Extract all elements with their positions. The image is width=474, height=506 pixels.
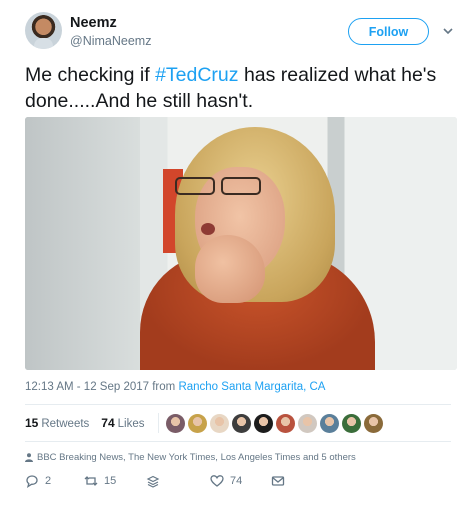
retweets-stat[interactable]: 15 Retweets: [25, 416, 89, 430]
like-count: 74: [230, 475, 243, 487]
liker-avatar[interactable]: [209, 413, 229, 433]
likes-count: 74: [101, 416, 115, 430]
context-text[interactable]: BBC Breaking News, The New York Times, L…: [37, 452, 356, 463]
tweet-media[interactable]: [25, 117, 457, 370]
likes-stat[interactable]: 74 Likes: [101, 416, 144, 430]
liker-avatar[interactable]: [187, 413, 207, 433]
person-icon: [25, 453, 33, 462]
liker-avatar[interactable]: [297, 413, 317, 433]
likes-label: Likes: [117, 418, 145, 430]
liker-avatar[interactable]: [275, 413, 295, 433]
tweet-meta: 12:13 AM - 12 Sep 2017 from Rancho Santa…: [25, 381, 325, 393]
user-name[interactable]: Neemz: [70, 15, 117, 31]
liker-avatar[interactable]: [341, 413, 361, 433]
retweet-icon: [84, 476, 98, 486]
stats-separator: [157, 413, 159, 433]
tweet-text: Me checking if #TedCruz has realized wha…: [25, 62, 450, 114]
tweet-time[interactable]: 12:13 AM - 12 Sep 2017: [25, 381, 149, 393]
reply-count: 2: [45, 475, 52, 487]
media-glasses: [175, 177, 271, 197]
stats-row: 15 Retweets 74 Likes: [25, 411, 451, 435]
stack-action[interactable]: [146, 474, 160, 488]
retweet-action[interactable]: 15: [84, 474, 116, 488]
from-label: from: [149, 381, 179, 393]
liker-avatar[interactable]: [363, 413, 383, 433]
tweet-text-before: Me checking if: [25, 64, 156, 86]
envelope-icon: [271, 476, 285, 486]
retweet-context: BBC Breaking News, The New York Times, L…: [25, 452, 356, 463]
tweet-header: Neemz @NimaNeemz Follow: [25, 12, 455, 52]
liker-avatars: [165, 413, 383, 433]
follow-button[interactable]: Follow: [348, 18, 429, 45]
message-action[interactable]: [271, 474, 285, 488]
action-bar: 2 15 74: [25, 472, 325, 492]
reply-icon: [26, 475, 38, 488]
like-action[interactable]: 74: [210, 474, 242, 488]
chevron-down-icon[interactable]: [441, 24, 455, 38]
hashtag-link[interactable]: #TedCruz: [155, 64, 238, 86]
liker-avatar[interactable]: [165, 413, 185, 433]
user-avatar[interactable]: [25, 12, 62, 49]
liker-avatar[interactable]: [231, 413, 251, 433]
reply-action[interactable]: 2: [25, 474, 51, 488]
retweets-label: Retweets: [41, 418, 90, 430]
heart-icon: [210, 475, 224, 487]
liker-avatar[interactable]: [253, 413, 273, 433]
divider-bottom: [25, 441, 451, 442]
media-door: [25, 117, 140, 370]
retweet-count: 15: [104, 475, 117, 487]
retweets-count: 15: [25, 416, 39, 430]
media-mouth: [201, 223, 215, 235]
user-handle[interactable]: @NimaNeemz: [70, 34, 151, 48]
place-link[interactable]: Rancho Santa Margarita, CA: [178, 381, 325, 393]
liker-avatar[interactable]: [319, 413, 339, 433]
stack-icon: [146, 475, 160, 488]
divider-top: [25, 404, 451, 405]
